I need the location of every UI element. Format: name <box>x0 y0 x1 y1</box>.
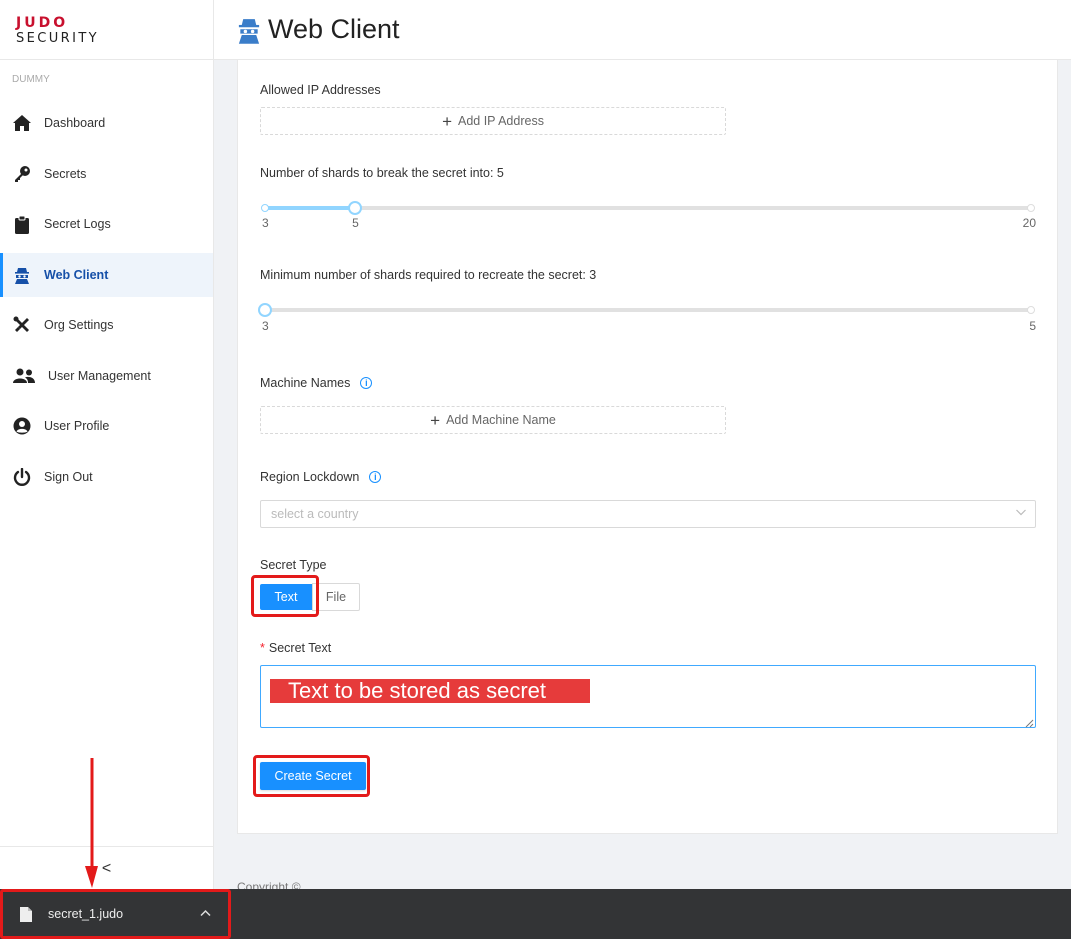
country-select-placeholder: select a country <box>271 507 359 521</box>
add-ip-address-button[interactable]: + Add IP Address <box>260 107 726 135</box>
sidebar-item-label: User Profile <box>44 419 110 433</box>
sidebar-item-label: Web Client <box>44 267 109 282</box>
sidebar-menu: Dashboard Secrets Secret Logs Web Client… <box>0 101 213 505</box>
shards-slider[interactable] <box>261 201 1035 215</box>
annotation-secret-text: Text to be stored as secret <box>270 679 590 703</box>
secret-form-card: Allowed IP Addresses + Add IP Address Nu… <box>237 60 1058 834</box>
annotation-box-download <box>0 889 231 939</box>
brand-line-1: JUDO <box>16 15 69 31</box>
add-ip-address-label: Add IP Address <box>458 114 544 128</box>
sidebar-item-org-settings[interactable]: Org Settings <box>0 303 213 347</box>
shards-tick-value: 5 <box>352 216 359 230</box>
sidebar-item-label: Secrets <box>44 166 87 181</box>
sidebar-item-secret-logs[interactable]: Secret Logs <box>0 202 213 246</box>
annotation-box-text-option <box>251 575 319 617</box>
country-select[interactable]: select a country <box>260 500 1036 528</box>
region-lockdown-label: Region Lockdown i <box>260 470 382 484</box>
shards-slider-track <box>265 206 356 210</box>
home-icon <box>12 113 32 133</box>
page-header: Web Client <box>214 0 1071 60</box>
allowed-ip-label: Allowed IP Addresses <box>260 83 381 97</box>
secret-type-label: Secret Type <box>260 558 327 572</box>
sidebar-item-sign-out[interactable]: Sign Out <box>0 455 213 499</box>
annotation-arrow-icon <box>85 758 98 888</box>
brand-line-2: SECURITY <box>16 31 100 46</box>
sidebar-item-web-client[interactable]: Web Client <box>0 252 213 297</box>
key-icon <box>12 164 32 184</box>
sidebar-item-label: Sign Out <box>44 469 93 484</box>
power-icon <box>12 467 32 487</box>
sidebar-item-label: User Management <box>48 368 151 383</box>
secret-text-label: * Secret Text <box>260 641 331 655</box>
min-shards-slider[interactable] <box>258 303 1035 317</box>
sidebar: JUDO SECURITY DUMMY Dashboard Secrets Se… <box>0 0 214 889</box>
shards-slider-end-dot <box>1027 204 1035 212</box>
clipboard-icon <box>12 214 32 234</box>
add-machine-name-label: Add Machine Name <box>446 413 556 427</box>
shards-label: Number of shards to break the secret int… <box>260 166 504 180</box>
plus-icon: + <box>430 410 441 430</box>
plus-icon: + <box>442 111 452 131</box>
brand-logo[interactable]: JUDO SECURITY <box>0 0 213 60</box>
min-shards-tick-max: 5 <box>1029 319 1036 333</box>
shards-slider-handle[interactable] <box>348 201 363 215</box>
sidebar-item-label: Org Settings <box>44 318 114 332</box>
info-icon[interactable]: i <box>369 471 382 483</box>
sidebar-collapse-button[interactable]: < <box>0 846 213 889</box>
secret-text-label-text: Secret Text <box>268 641 332 655</box>
annotation-box-create-secret <box>253 755 370 797</box>
required-mark: * <box>260 641 265 655</box>
sidebar-item-label: Dashboard <box>44 116 106 130</box>
machine-names-label: Machine Names i <box>260 376 373 390</box>
resize-handle-icon[interactable] <box>1024 716 1034 728</box>
user-circle-icon <box>12 416 32 436</box>
min-shards-slider-handle[interactable] <box>258 303 272 317</box>
page-title: Web Client <box>268 14 400 44</box>
min-shards-tick-min: 3 <box>262 319 269 333</box>
add-machine-name-button[interactable]: + Add Machine Name <box>260 406 726 434</box>
sidebar-item-dashboard[interactable]: Dashboard <box>0 101 213 145</box>
spy-icon <box>12 265 32 285</box>
shards-tick-max: 20 <box>1022 216 1036 230</box>
chevron-down-icon <box>1015 506 1027 518</box>
min-shards-slider-end-dot <box>1027 306 1035 314</box>
sidebar-item-secrets[interactable]: Secrets <box>0 152 213 196</box>
shards-tick-min: 3 <box>262 216 269 230</box>
sidebar-item-label: Secret Logs <box>44 217 111 231</box>
sidebar-item-user-profile[interactable]: User Profile <box>0 404 213 448</box>
machine-names-label-text: Machine Names <box>260 376 351 390</box>
spy-icon <box>236 16 262 44</box>
tools-icon <box>12 315 32 335</box>
secret-type-file-option[interactable]: File <box>312 583 360 611</box>
users-icon <box>12 366 36 386</box>
min-shards-label: Minimum number of shards required to rec… <box>260 268 597 282</box>
collapse-icon: < <box>101 860 112 877</box>
region-lockdown-label-text: Region Lockdown <box>260 470 360 484</box>
shards-slider-start-dot <box>261 204 269 212</box>
sidebar-item-user-management[interactable]: User Management <box>0 354 213 398</box>
info-icon[interactable]: i <box>360 377 373 389</box>
